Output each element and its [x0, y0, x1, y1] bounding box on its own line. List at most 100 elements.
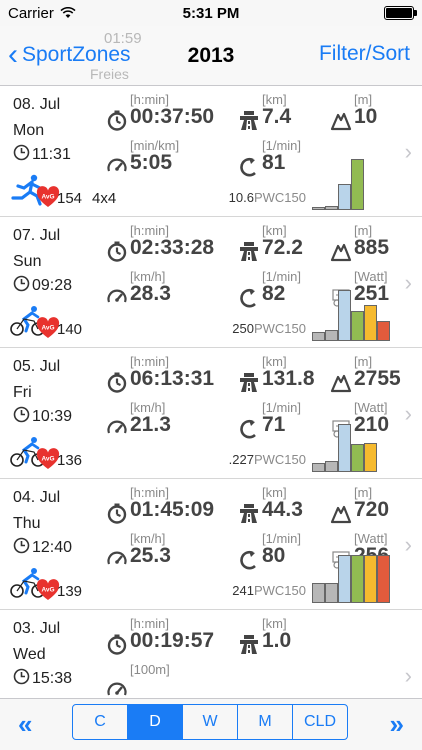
workout-row[interactable]: 08. Jul Mon 11:31 AvG 154 4x4 [h:min] 00:37:5…	[0, 86, 422, 217]
stopwatch-icon	[106, 109, 128, 131]
chevron-left-icon: ‹	[8, 38, 18, 71]
battery-icon	[384, 6, 417, 20]
zone-chart	[312, 537, 394, 603]
workout-weekday: Mon	[13, 122, 45, 139]
workout-start-time-value: 12:40	[32, 539, 73, 556]
clock-icon	[13, 275, 30, 297]
workout-start-time: 12:40	[13, 537, 72, 559]
zone-bar	[312, 332, 325, 341]
zone-bar	[312, 207, 325, 210]
clock-icon	[13, 406, 30, 428]
pwc-label: PWC150	[253, 321, 306, 336]
zone-bar	[364, 443, 377, 472]
zone-chart	[312, 144, 394, 210]
bottom-toolbar: « C D W M CLD »	[0, 698, 422, 750]
heart-rate-value: 140	[57, 321, 83, 338]
speedometer-icon	[106, 679, 128, 698]
metric-duration-value: 06:13:31	[130, 367, 215, 390]
road-icon	[238, 240, 260, 262]
carrier-label: Carrier	[8, 4, 54, 22]
back-button-label: SportZones	[22, 43, 131, 66]
filter-sort-button[interactable]: Filter/Sort	[319, 42, 410, 66]
status-bar: Carrier 5:31 PM	[0, 0, 422, 26]
heart-rate-value: 136	[57, 452, 83, 469]
workout-row[interactable]: 03. Jul Wed 15:38 [h:min] 00:19:57 [km] 1.…	[0, 610, 422, 698]
stopwatch-icon	[106, 371, 128, 393]
metric-distance-value: 72.2	[262, 236, 303, 259]
workout-date: 03. Jul	[13, 620, 61, 637]
metric-ascent-value: 720	[354, 498, 390, 521]
workout-row[interactable]: 07. Jul Sun 09:28 AvG 140 [h:min] 02:33:28 […	[0, 217, 422, 348]
segment-m[interactable]: M	[238, 705, 293, 739]
pwc-number: 241	[232, 583, 254, 598]
cadence-icon	[238, 286, 260, 308]
workout-list: 08. Jul Mon 11:31 AvG 154 4x4 [h:min] 00:37:5…	[0, 86, 422, 698]
pwc-value: 250PWC150	[232, 321, 306, 336]
workout-start-time: 11:31	[13, 144, 71, 166]
pwc-value: 10.6PWC150	[229, 190, 306, 205]
previous-period-double-chevron-icon[interactable]: «	[18, 709, 32, 740]
segment-d[interactable]: D	[128, 705, 183, 739]
metric-speed-value: 28.3	[130, 282, 171, 305]
stopwatch-icon	[106, 633, 128, 655]
heart-rate-value: 154	[57, 190, 83, 207]
segment-w[interactable]: W	[183, 705, 238, 739]
metric-cadence-value: 80	[262, 544, 286, 567]
stopwatch-icon	[106, 240, 128, 262]
metric-speed-value: 21.3	[130, 413, 171, 436]
zone-bar	[325, 461, 338, 472]
metric-distance-value: 7.4	[262, 105, 292, 128]
mountain-icon	[330, 109, 352, 131]
metric-distance-value: 1.0	[262, 629, 292, 652]
workout-start-time-value: 11:31	[32, 146, 71, 163]
pwc-label: PWC150	[253, 583, 306, 598]
heart-rate-value: 139	[57, 583, 83, 600]
speedometer-icon	[106, 548, 128, 570]
zone-chart	[312, 275, 394, 341]
zone-bar	[325, 206, 338, 210]
metric-cadence-value: 71	[262, 413, 286, 436]
segment-cld[interactable]: CLD	[293, 705, 347, 739]
metric-cadence-value: 82	[262, 282, 286, 305]
chevron-right-icon: ›	[404, 139, 412, 164]
zone-bar	[377, 321, 390, 341]
zone-bar	[325, 330, 338, 341]
pwc-label: PWC150	[253, 190, 306, 205]
next-period-double-chevron-icon[interactable]: »	[390, 709, 404, 740]
workout-row[interactable]: 04. Jul Thu 12:40 AvG 139 [h:min] 01:45:09 […	[0, 479, 422, 610]
road-icon	[238, 633, 260, 655]
metric-duration-value: 00:37:50	[130, 105, 215, 128]
metric-ascent-value: 885	[354, 236, 390, 259]
cadence-icon	[238, 548, 260, 570]
zone-chart	[312, 406, 394, 472]
mountain-icon	[330, 371, 352, 393]
metric-distance-value: 131.8	[262, 367, 315, 390]
road-icon	[238, 371, 260, 393]
speedometer-icon	[106, 286, 128, 308]
workout-row[interactable]: 05. Jul Fri 10:39 AvG 136 [h:min] 06:13:31 […	[0, 348, 422, 479]
zone-bar	[351, 444, 364, 472]
metric-ascent-value: 2755	[354, 367, 401, 390]
wifi-icon	[60, 7, 76, 18]
gear-label: 4x4	[92, 190, 117, 207]
workout-start-time: 10:39	[13, 406, 72, 428]
chevron-right-icon: ›	[404, 270, 412, 295]
workout-start-time-value: 09:28	[32, 277, 73, 294]
workout-date: 07. Jul	[13, 227, 61, 244]
pwc-value: 241PWC150	[232, 583, 306, 598]
svg-text:AvG: AvG	[41, 456, 54, 463]
svg-text:AvG: AvG	[41, 325, 54, 332]
carrier-group: Carrier	[8, 5, 76, 22]
back-button[interactable]: ‹ SportZones	[8, 40, 131, 70]
chevron-right-icon: ›	[404, 401, 412, 426]
chevron-right-icon: ›	[404, 532, 412, 557]
metric-duration-value: 01:45:09	[130, 498, 215, 521]
metric-duration-value: 02:33:28	[130, 236, 215, 259]
mountain-icon	[330, 240, 352, 262]
cadence-icon	[238, 155, 260, 177]
zone-bar	[338, 290, 351, 341]
segment-c[interactable]: C	[73, 705, 128, 739]
workout-weekday: Thu	[13, 515, 41, 532]
zone-bar	[364, 555, 377, 603]
zone-bar	[351, 311, 364, 341]
